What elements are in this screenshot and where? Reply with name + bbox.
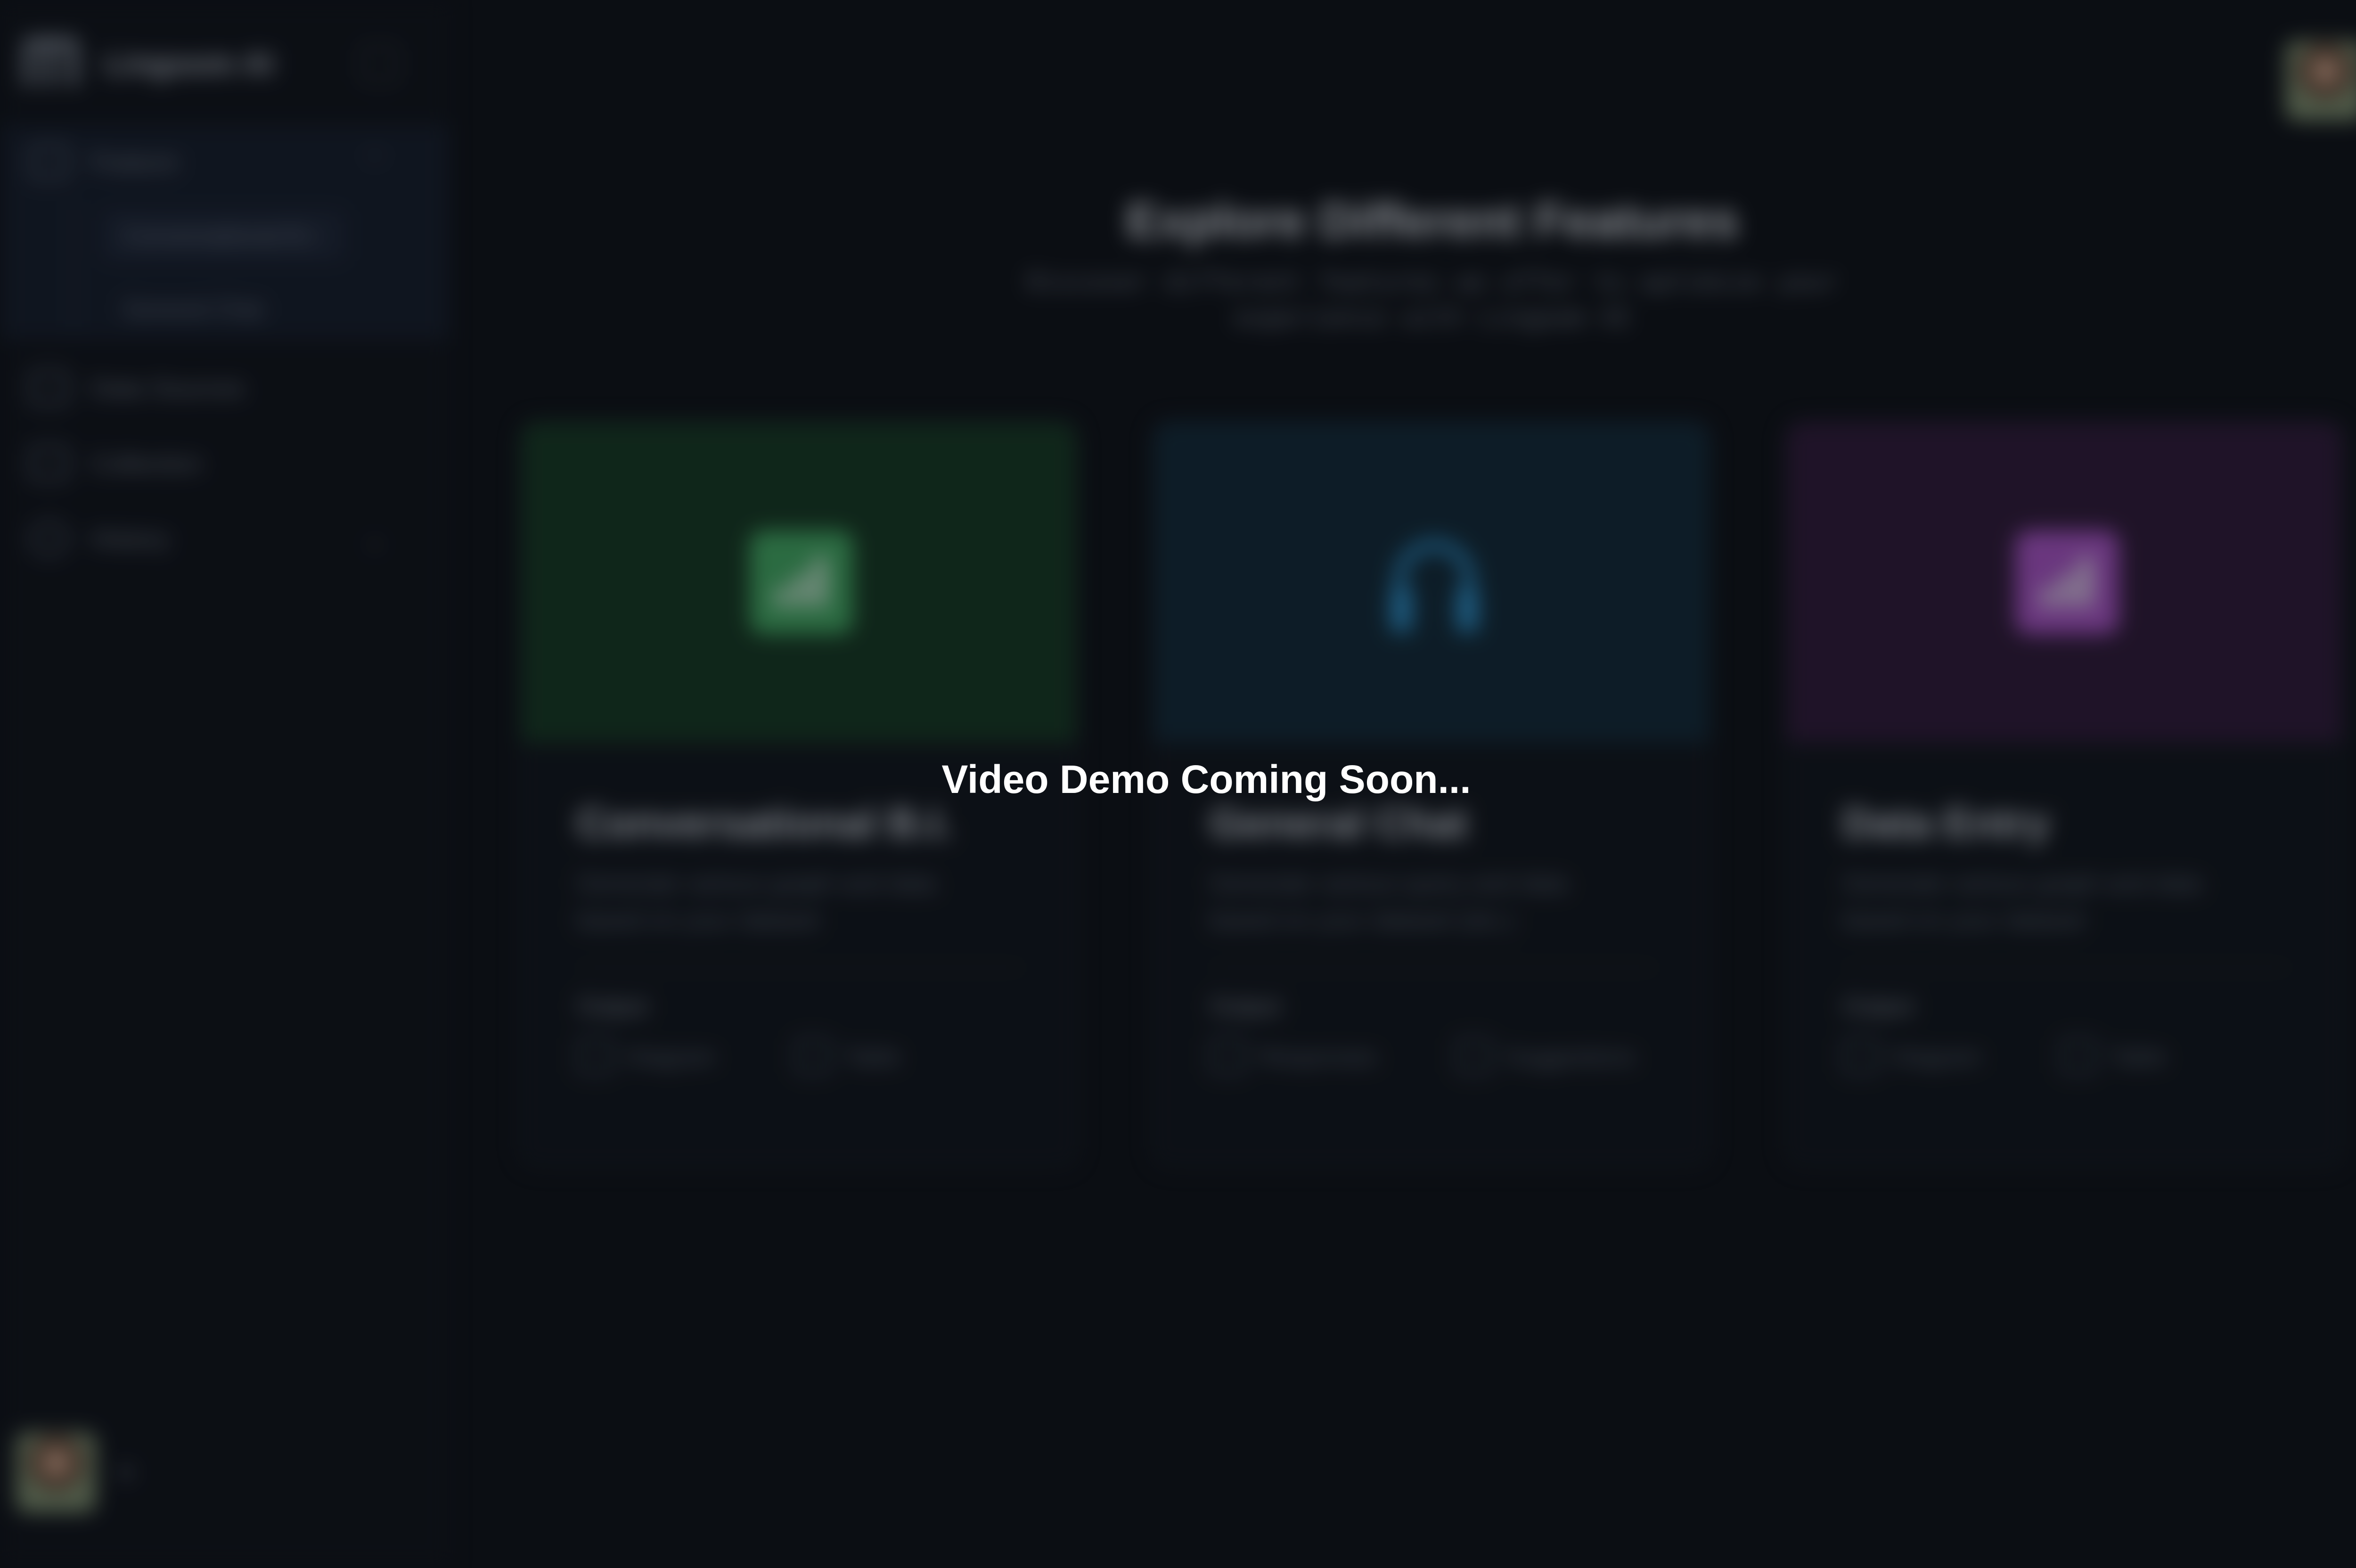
card-description: Generate various query and data based on… — [1210, 870, 1568, 934]
output-chip-label: Table — [844, 1044, 901, 1070]
brand-name: Lingoom AI — [105, 47, 274, 81]
page-subtitle: Discover different features we offer to … — [1026, 267, 1839, 332]
diagram-icon — [1842, 1037, 1879, 1074]
divider — [1842, 966, 2290, 969]
table-icon — [794, 1037, 831, 1074]
sidebar-item-label: Collection — [90, 449, 203, 478]
sidebar-item-history[interactable]: History ⌄ — [0, 502, 450, 572]
logo-icon — [25, 39, 77, 86]
submenu-guide-line — [72, 203, 75, 330]
history-icon — [29, 521, 69, 556]
output-label: Output — [1842, 993, 1914, 1019]
sidebar-item-collection[interactable]: Collection — [0, 426, 450, 497]
card-hero — [1787, 422, 2342, 743]
output-chip-label: Diagram — [1892, 1044, 1981, 1070]
app-stage: Lingoom AI Feature ⌃ Conversational B.I.… — [0, 0, 2356, 1568]
card-title: Conversational B.I. — [577, 800, 953, 846]
collection-icon — [29, 445, 69, 481]
card-title: Data Entry — [1842, 800, 2050, 846]
page-title: Explore Different Features — [1126, 194, 1739, 248]
user-profile[interactable]: ▾ — [16, 1432, 431, 1517]
bar-chart-icon — [750, 531, 853, 634]
brand: Lingoom AI — [25, 34, 439, 90]
sidebar-item-feature[interactable]: Feature ⌃ Conversational B.I. General Ch… — [0, 125, 450, 339]
avatar[interactable] — [16, 1432, 96, 1512]
output-chip-label: Responses — [1260, 1044, 1378, 1070]
bar-chart-icon — [2015, 531, 2119, 634]
sidebar-item-data-sources[interactable]: Data Sources — [0, 351, 450, 422]
chevron-up-icon: ⌃ — [364, 147, 386, 177]
output-chip-label: Diagram — [627, 1044, 716, 1070]
avatar[interactable] — [2285, 41, 2356, 121]
output-chip-label: Table — [2110, 1044, 2167, 1070]
output-chip-label: Suggestions — [1505, 1044, 1636, 1070]
sidebar-item-label: History — [90, 525, 170, 553]
sidebar-collapse-button[interactable] — [360, 44, 399, 83]
diagram-icon — [577, 1037, 614, 1074]
divider — [577, 966, 1024, 969]
divider — [1210, 966, 1657, 969]
output-label: Output — [577, 993, 648, 1019]
table-icon — [2060, 1037, 2097, 1074]
sidebar-item-label: Feature — [90, 148, 179, 176]
headset-icon — [1380, 531, 1489, 639]
suggestions-icon — [1456, 1037, 1492, 1074]
card-description: Generate various graph and data based on… — [1842, 870, 2202, 934]
responses-icon — [1210, 1037, 1246, 1074]
sidebar-subitem-general-chat[interactable]: General Chat — [101, 283, 346, 335]
chevron-down-icon: ⌄ — [364, 524, 386, 554]
sidebar-item-label: Data Sources — [90, 374, 245, 402]
sidebar-subitem-conversational-bi[interactable]: Conversational B.I. — [101, 210, 346, 261]
card-hero — [1154, 422, 1709, 743]
card-description: Generate various graph and data based on… — [577, 870, 937, 934]
output-label: Output — [1210, 993, 1281, 1019]
caret-down-icon: ▾ — [120, 1459, 133, 1487]
database-icon — [29, 370, 69, 406]
grid-icon — [29, 144, 69, 180]
coming-soon-message: Video Demo Coming Soon... — [941, 757, 1471, 801]
card-hero — [521, 422, 1076, 743]
card-title: General Chat — [1210, 800, 1468, 846]
